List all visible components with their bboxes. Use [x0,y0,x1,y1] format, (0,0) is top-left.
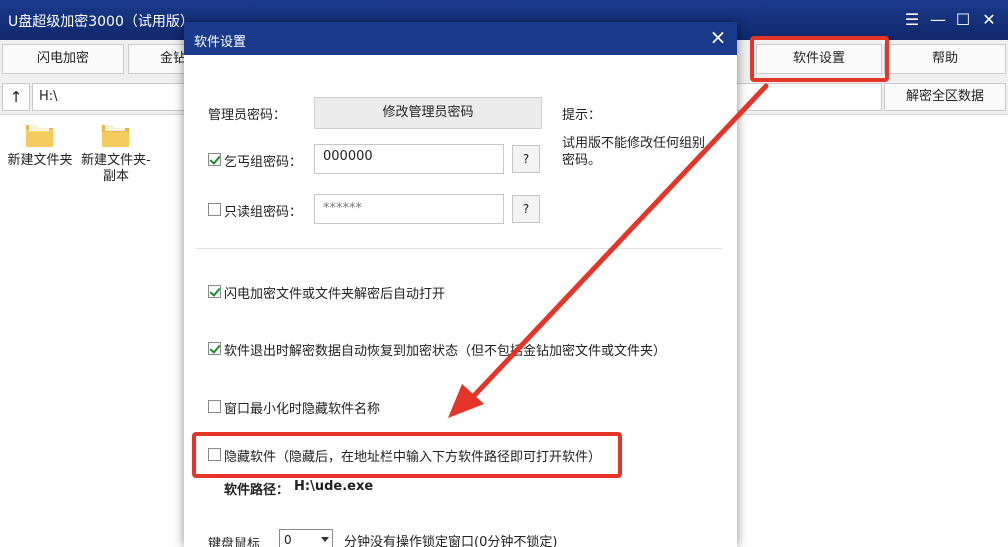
folder-icon [102,123,129,147]
software-settings-button[interactable]: 软件设置 [756,44,882,74]
beggar-password-field[interactable]: 000000 [314,144,504,174]
auto-open-checkbox[interactable] [208,285,221,298]
dialog-titlebar: 软件设置 × [184,22,737,55]
hint-text: 试用版不能修改任何组别密码。 [562,136,706,168]
window-title: U盘超级加密3000（试用版） [8,14,194,30]
auto-open-label: 闪电加密文件或文件夹解密后自动打开 [224,287,446,302]
auto-restore-checkbox[interactable] [208,342,221,355]
admin-password-label: 管理员密码： [208,108,287,123]
folder-icon [26,123,53,147]
maximize-icon[interactable]: ☐ [953,10,973,30]
beggar-help-button[interactable]: ? [512,145,540,173]
settings-dialog: 软件设置 × 管理员密码： 修改管理员密码 提示： 试用版不能修改任何组别密码。… [184,22,737,547]
readonly-group-label: 只读组密码： [224,205,303,220]
hint-label: 提示： [562,108,602,123]
decrypt-all-button[interactable]: 解密全区数据 [884,83,1006,111]
divider [196,248,723,249]
up-arrow-icon[interactable]: ↑ [2,83,30,111]
hide-software-label: 隐藏软件（隐藏后，在地址栏中输入下方软件路径即可打开软件） [224,450,602,465]
lock-minutes-value: 0 [284,533,292,547]
software-path-label: 软件路径： [224,483,290,498]
file-name: 新建文件夹 [7,153,73,168]
close-icon[interactable]: ✕ [979,10,999,30]
readonly-help-button[interactable]: ? [512,195,540,223]
minimize-icon[interactable]: — [928,10,948,30]
beggar-group-checkbox[interactable] [208,153,221,166]
list-item[interactable]: 新建文件夹 [2,119,78,169]
beggar-group-label: 乞丐组密码： [224,155,303,170]
lock-label: 键盘鼠标 [208,537,261,547]
dialog-close-icon[interactable]: × [707,27,729,49]
help-button[interactable]: 帮助 [884,44,1006,74]
lock-suffix: 分钟没有操作锁定窗口(0分钟不锁定) [344,535,558,547]
list-item[interactable]: 新建文件夹-副本 [78,119,154,185]
hide-name-label: 窗口最小化时隐藏软件名称 [224,402,381,417]
flash-encrypt-button[interactable]: 闪电加密 [2,44,124,74]
readonly-password-field[interactable]: ****** [314,194,504,224]
hide-name-checkbox[interactable] [208,400,221,413]
change-admin-password-button[interactable]: 修改管理员密码 [314,97,542,129]
readonly-group-checkbox[interactable] [208,203,221,216]
lock-minutes-select[interactable]: 0 [279,529,333,547]
file-name: 新建文件夹-副本 [81,153,151,184]
software-path-value: H:\ude.exe [294,479,374,494]
auto-restore-label: 软件退出时解密数据自动恢复到加密状态（但不包括金钻加密文件或文件夹） [224,344,667,359]
hide-software-checkbox[interactable] [208,448,221,461]
chevron-down-icon [321,537,329,542]
menu-icon[interactable]: ☰ [902,10,922,30]
dialog-title: 软件设置 [194,35,247,50]
